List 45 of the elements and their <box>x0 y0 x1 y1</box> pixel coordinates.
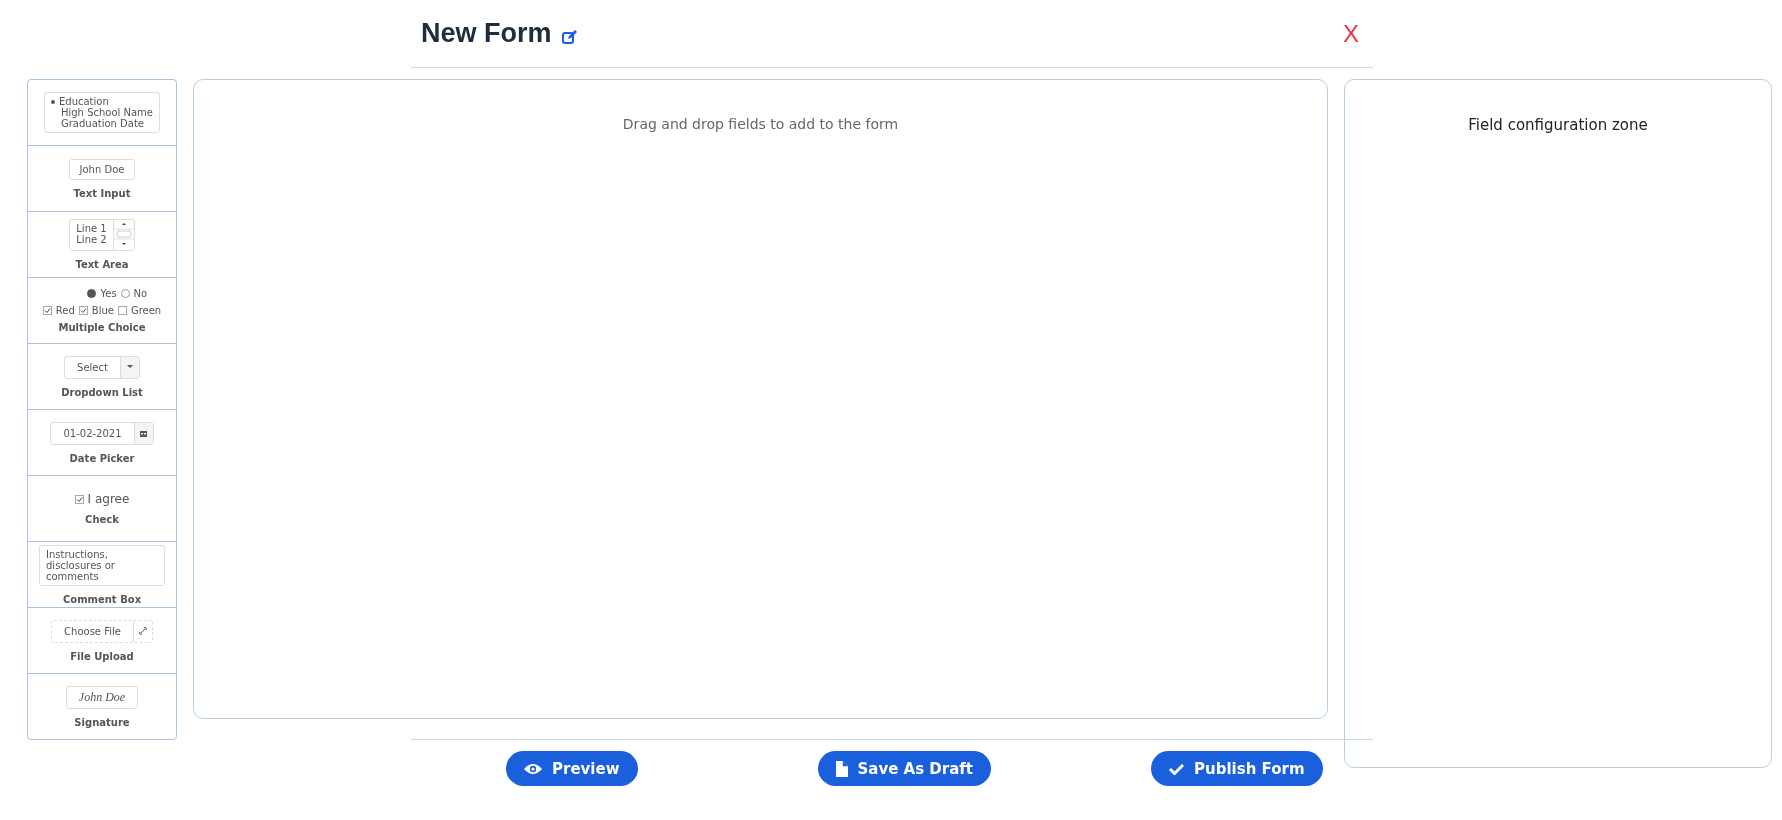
checkbox[interactable] <box>117 306 127 315</box>
form-canvas[interactable]: Drag and drop fields to add to the form <box>193 79 1328 719</box>
publish-button[interactable]: Publish Form <box>1151 751 1323 786</box>
caret-icon <box>126 365 133 369</box>
field-type-label: Date Picker <box>69 452 135 464</box>
file-icon <box>835 760 848 777</box>
config-panel-title: Field configuration zone <box>1468 116 1648 134</box>
field-type-label: Signature <box>74 716 130 728</box>
option-label: Red <box>55 305 75 316</box>
field-type-label: Text Input <box>73 187 131 199</box>
bullet-icon <box>50 99 55 104</box>
calendar-icon <box>140 429 148 437</box>
checkbox[interactable] <box>78 306 88 315</box>
option-label: Blue <box>91 305 114 316</box>
checkbox-label: I agree <box>87 492 130 506</box>
text-area-preview[interactable]: Line 1 Line 2 <box>69 219 135 251</box>
edit-icon[interactable] <box>561 29 578 44</box>
radio-button[interactable] <box>120 289 130 298</box>
option-label: Green <box>130 305 162 316</box>
option-label: Yes <box>100 288 117 299</box>
text-input-preview[interactable]: John Doe <box>68 158 136 180</box>
section-outline-preview[interactable]: Education High School Name Graduation Date <box>43 92 160 133</box>
file-upload-preview[interactable]: Choose File <box>51 619 153 643</box>
checkbox[interactable] <box>42 306 52 315</box>
checkbox[interactable] <box>74 494 84 504</box>
date-picker-preview[interactable]: 01-02-2021 <box>50 421 154 445</box>
field-type-label: Comment Box <box>62 593 142 605</box>
save-draft-button[interactable]: Save As Draft <box>817 751 992 786</box>
comment-box-preview[interactable]: Instructions, disclosures or comments <box>39 544 165 586</box>
field-type-label: Check <box>85 514 119 525</box>
field-type-label: Dropdown List <box>61 386 143 398</box>
eye-icon <box>524 762 542 775</box>
dropdown-preview[interactable]: Select <box>64 355 140 379</box>
field-type-label: File Upload <box>70 650 134 662</box>
check-icon <box>1169 762 1185 775</box>
signature-preview[interactable]: John Doe <box>65 685 139 709</box>
preview-button[interactable]: Preview <box>506 751 638 786</box>
form-title: New Form <box>421 18 552 49</box>
spinner-icon <box>113 220 134 248</box>
radio-button[interactable] <box>87 289 97 298</box>
field-type-label: Multiple Choice <box>58 322 146 333</box>
field-type-label: Text Area <box>75 259 129 270</box>
close-button[interactable]: X <box>1339 19 1363 48</box>
option-label: No <box>133 288 148 299</box>
canvas-hint: Drag and drop fields to add to the form <box>622 116 899 134</box>
